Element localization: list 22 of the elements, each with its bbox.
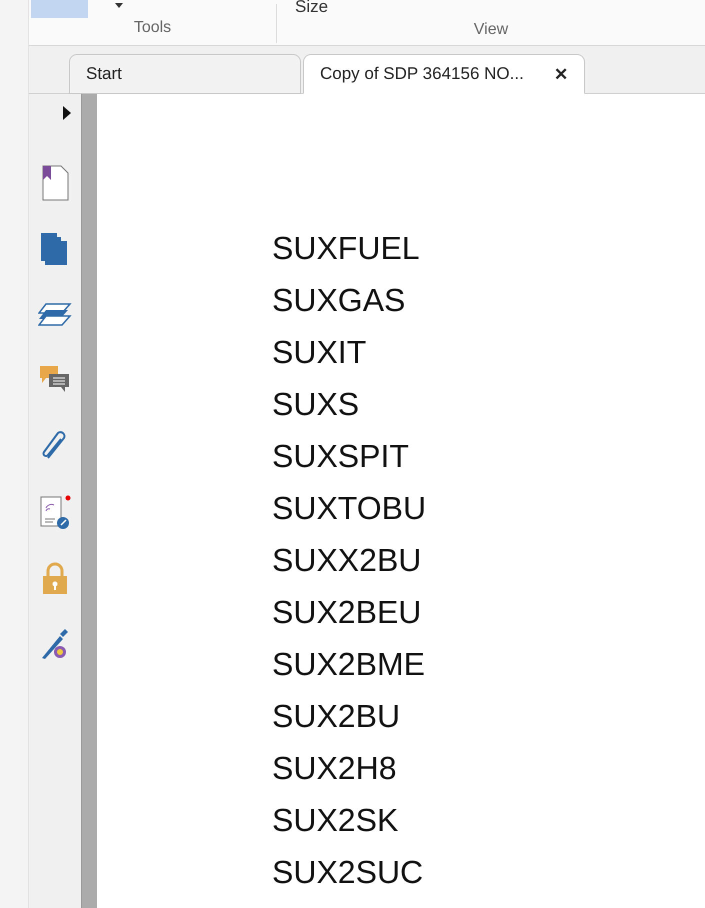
document-line: SUXGAS xyxy=(272,281,406,320)
document-line: SUXS xyxy=(272,385,360,424)
document-line: SUXSPIT xyxy=(272,437,410,476)
document-tab[interactable]: Copy of SDP 364156 NO... ✕ xyxy=(303,54,585,94)
document-line: SUX2BEU xyxy=(272,593,422,632)
document-line: SUX2BME xyxy=(272,645,426,684)
document-tab[interactable]: Start xyxy=(69,54,301,94)
close-button[interactable]: ✕ xyxy=(554,66,568,82)
group-label: Tools xyxy=(134,18,172,38)
document-line: SUXTOBU xyxy=(272,489,428,528)
document-line: SUXFUEL xyxy=(272,229,421,268)
expand-arrow-icon[interactable] xyxy=(63,106,71,120)
size-label: Size xyxy=(295,0,328,17)
document-line: SUXX2BU xyxy=(272,541,422,580)
document-line: SUX2H8 xyxy=(272,749,398,788)
document-line: SUX2SK xyxy=(272,801,400,840)
signature-document-icon[interactable] xyxy=(38,494,72,532)
group-label: View xyxy=(474,20,508,40)
document-line: SUX2BU xyxy=(272,697,402,736)
document-line: SUXIT xyxy=(272,333,368,372)
document-line: SUX2SUC xyxy=(272,853,424,892)
dropdown-caret-icon[interactable] xyxy=(115,3,123,8)
